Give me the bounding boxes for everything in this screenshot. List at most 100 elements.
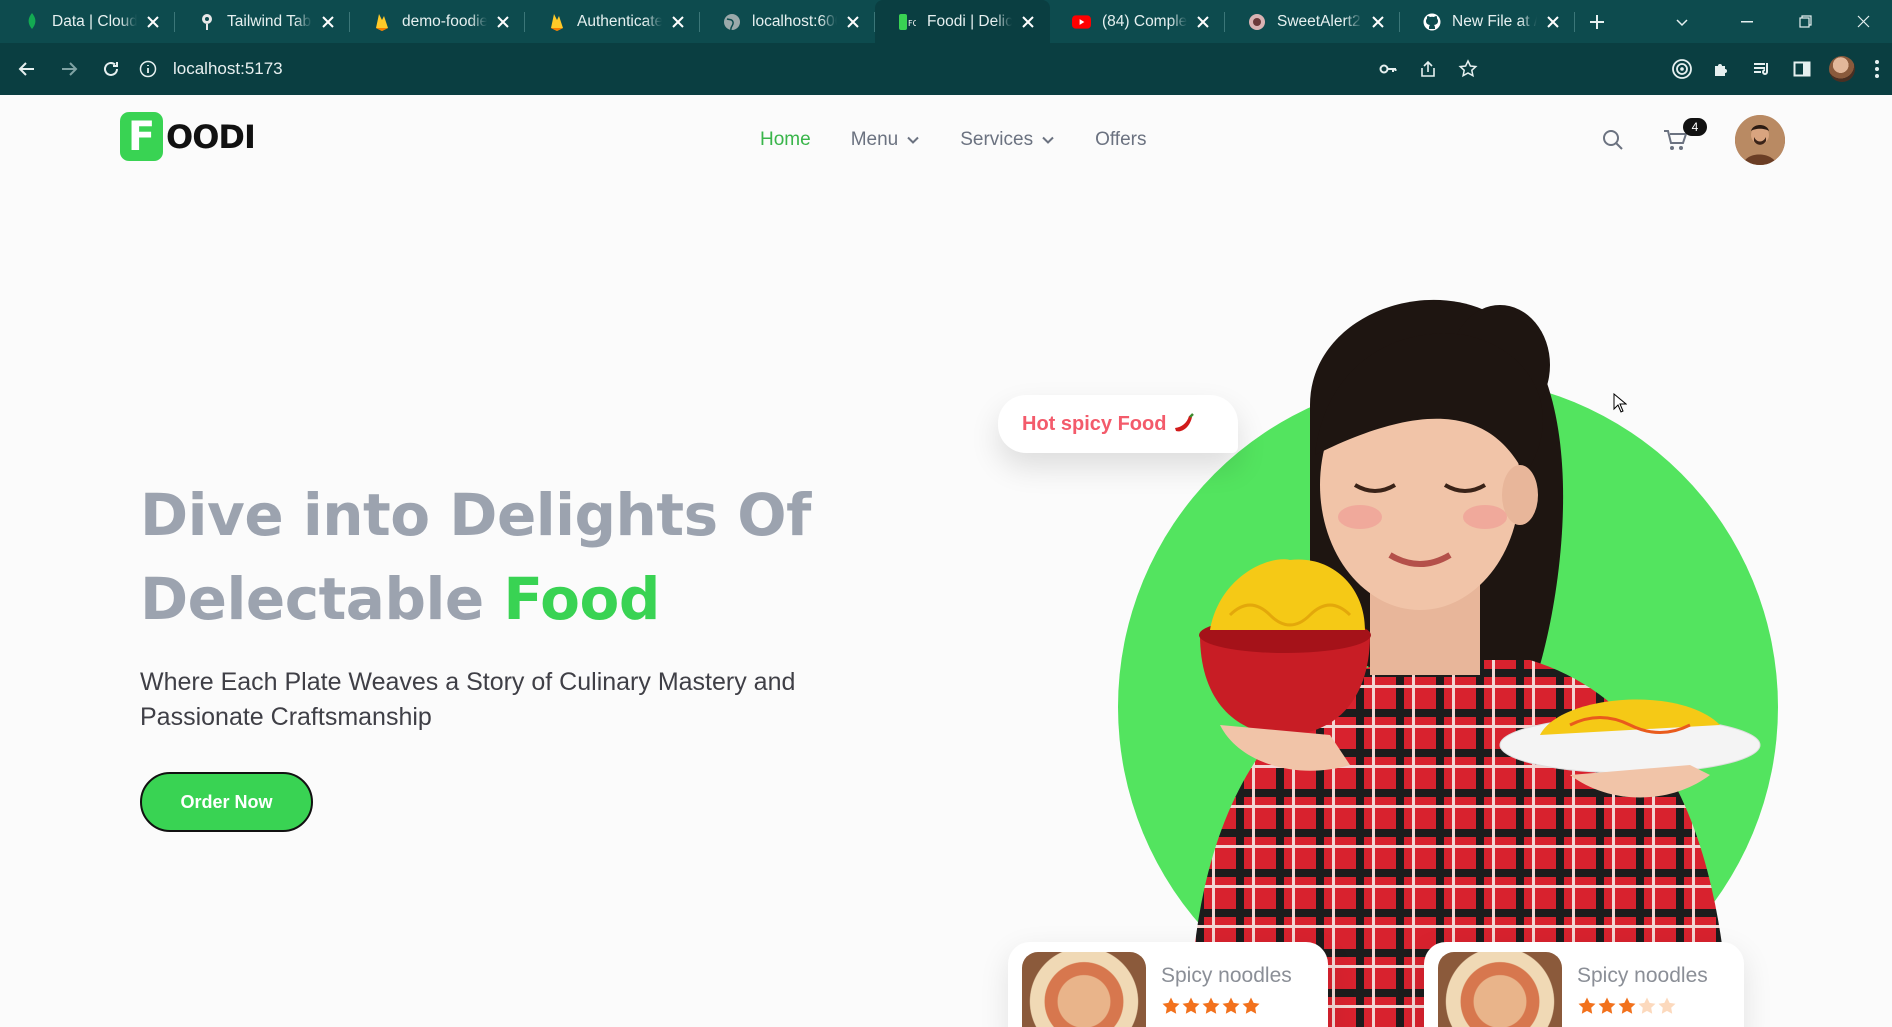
foodi-favicon-icon: FO xyxy=(897,12,916,31)
tab-close-button[interactable] xyxy=(493,12,513,32)
tab-close-button[interactable] xyxy=(143,12,163,32)
nav-menu-label: Menu xyxy=(850,129,899,150)
star-icon xyxy=(1657,996,1677,1021)
browser-tab[interactable]: localhost:6001 xyxy=(700,0,875,43)
tab-title: Tailwind Table xyxy=(227,12,312,30)
tab-title: Authenticate xyxy=(577,12,662,30)
search-button[interactable] xyxy=(1595,122,1631,158)
omnibox-actions xyxy=(1368,43,1488,95)
dish-thumbnail xyxy=(1438,952,1562,1027)
nav-services[interactable]: Services xyxy=(960,129,1055,151)
dish-card[interactable]: Spicy noodles xyxy=(1424,942,1744,1027)
header-actions: 4 xyxy=(1595,115,1785,165)
svg-text:FO: FO xyxy=(908,19,916,28)
tab-title: localhost:6001 xyxy=(752,12,837,30)
browser-tab[interactable]: Authenticate xyxy=(525,0,700,43)
new-tab-button[interactable] xyxy=(1575,0,1619,43)
hero-woman-image xyxy=(1190,299,1761,1027)
globe-icon xyxy=(722,12,741,31)
browser-tab[interactable]: SweetAlert2 xyxy=(1225,0,1400,43)
password-key-icon[interactable] xyxy=(1368,49,1408,89)
window-controls xyxy=(1676,0,1892,43)
plus-icon xyxy=(1590,14,1604,29)
firebase-flame-icon xyxy=(547,12,566,31)
tailwind-pin-icon xyxy=(197,12,216,31)
star-icon xyxy=(1181,996,1201,1021)
cart-button[interactable]: 4 xyxy=(1655,118,1707,160)
hero-title-line1: Dive into Delights Of xyxy=(140,481,811,549)
user-avatar[interactable] xyxy=(1735,115,1785,165)
tab-close-button[interactable] xyxy=(843,12,863,32)
hero-subtitle: Where Each Plate Weaves a Story of Culin… xyxy=(140,668,796,731)
search-icon xyxy=(1603,130,1623,150)
reload-button[interactable] xyxy=(91,49,131,89)
browser-tab[interactable]: (84) Complete xyxy=(1050,0,1225,43)
chili-pepper-icon xyxy=(1172,413,1196,435)
dish-rating xyxy=(1161,996,1292,1021)
cart-count-badge: 4 xyxy=(1683,118,1707,136)
omnibox[interactable]: localhost:5173 xyxy=(137,49,1527,89)
browser-tab[interactable]: demo-foodie xyxy=(350,0,525,43)
browser-tab[interactable]: FO Foodi | Delicious xyxy=(875,0,1050,43)
tab-title: Data | Cloud: MongoDB Cloud xyxy=(52,12,137,30)
order-now-button[interactable]: Order Now xyxy=(140,772,313,832)
close-icon xyxy=(1372,15,1384,28)
browser-tab-strip: Data | Cloud: MongoDB Cloud Tailwind Tabl… xyxy=(0,0,1892,43)
bookmark-star-icon[interactable] xyxy=(1448,49,1488,89)
dish-card[interactable]: Spicy noodles xyxy=(1008,942,1328,1027)
url-text[interactable]: localhost:5173 xyxy=(173,59,283,79)
dish-thumbnail xyxy=(1022,952,1146,1027)
chrome-menu-button[interactable] xyxy=(1862,49,1892,89)
foodi-logo[interactable]: F OODI xyxy=(120,112,256,161)
star-icon xyxy=(1637,996,1657,1021)
tab-list: Data | Cloud: MongoDB Cloud Tailwind Tabl… xyxy=(0,0,1575,43)
star-icon xyxy=(1597,996,1617,1021)
nav-home[interactable]: Home xyxy=(760,129,811,151)
mouse-cursor-icon xyxy=(1613,393,1627,413)
tab-close-button[interactable] xyxy=(318,12,338,32)
dish-rating xyxy=(1577,996,1708,1021)
close-icon xyxy=(1197,15,1209,28)
nav-menu[interactable]: Menu xyxy=(851,129,921,151)
restore-icon xyxy=(1798,15,1812,28)
hero-title-highlight: Food xyxy=(503,565,660,633)
tab-search-button[interactable] xyxy=(1662,0,1702,43)
site-info-icon[interactable] xyxy=(137,58,159,80)
chevron-down-icon xyxy=(1676,18,1688,26)
reload-icon xyxy=(104,61,118,76)
tab-title: demo-foodie xyxy=(402,12,487,30)
tab-close-button[interactable] xyxy=(1018,12,1038,32)
nav-offers[interactable]: Offers xyxy=(1095,129,1146,151)
profile-avatar[interactable] xyxy=(1822,49,1862,89)
reading-list-icon[interactable] xyxy=(1742,49,1782,89)
extension-target-icon[interactable] xyxy=(1662,49,1702,89)
close-icon xyxy=(1857,15,1869,28)
share-icon[interactable] xyxy=(1408,49,1448,89)
extensions-puzzle-icon[interactable] xyxy=(1702,49,1742,89)
restore-button[interactable] xyxy=(1776,0,1834,43)
browser-tab[interactable]: Data | Cloud: MongoDB Cloud xyxy=(0,0,175,43)
chevron-down-icon xyxy=(1041,133,1055,147)
close-window-button[interactable] xyxy=(1834,0,1892,43)
tab-close-button[interactable] xyxy=(1368,12,1388,32)
minimize-button[interactable] xyxy=(1718,0,1776,43)
tab-title: New File at / xyxy=(1452,12,1537,30)
tab-close-button[interactable] xyxy=(1193,12,1213,32)
tab-close-button[interactable] xyxy=(668,12,688,32)
star-icon xyxy=(1241,996,1261,1021)
hot-spicy-bubble: Hot spicy Food xyxy=(998,395,1238,453)
forward-button[interactable] xyxy=(49,49,89,89)
browser-tab[interactable]: New File at / xyxy=(1400,0,1575,43)
side-panel-icon[interactable] xyxy=(1782,49,1822,89)
dish-name: Spicy noodles xyxy=(1577,964,1708,987)
extension-toolbar xyxy=(1662,43,1892,95)
sweetalert-icon xyxy=(1247,12,1266,31)
browser-tab[interactable]: Tailwind Table xyxy=(175,0,350,43)
back-button[interactable] xyxy=(7,49,47,89)
chevron-down-icon xyxy=(906,133,920,147)
minimize-icon xyxy=(1741,20,1753,22)
close-icon xyxy=(497,15,509,28)
star-icon xyxy=(1221,996,1241,1021)
star-icon xyxy=(1577,996,1597,1021)
tab-close-button[interactable] xyxy=(1543,12,1563,32)
